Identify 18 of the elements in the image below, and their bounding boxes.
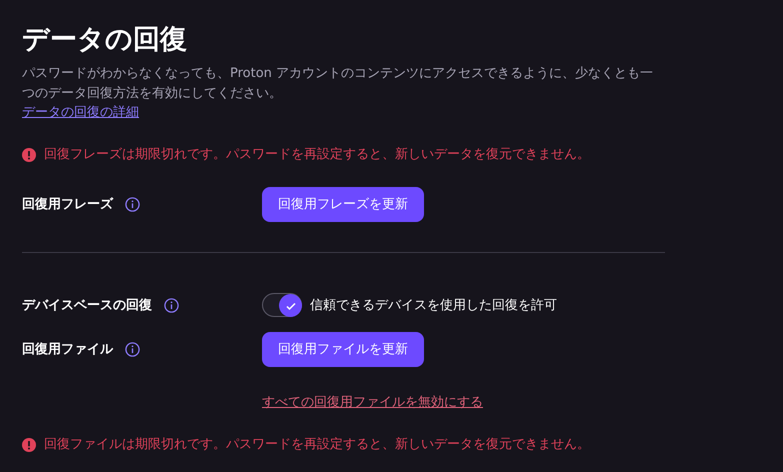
disable-link[interactable]: すべての回復用ファイルを無効にする xyxy=(262,393,483,413)
toggle-switch[interactable] xyxy=(262,293,302,318)
alert-message: 回復ファイルは期限切れです。パスワードを再設定すると、新しいデータを復元できません。 xyxy=(44,436,590,454)
alert-icon xyxy=(22,148,36,162)
update-button[interactable]: 回復用ファイルを更新 xyxy=(262,332,424,368)
alert-message: 回復フレーズは期限切れです。パスワードを再設定すると、新しいデータを復元できません。 xyxy=(44,146,590,164)
update-button[interactable]: 回復用フレーズを更新 xyxy=(262,186,424,222)
setting-label: 回復用フレーズ xyxy=(22,196,113,214)
setting-label: デバイスベースの回復 xyxy=(22,296,152,315)
info-icon[interactable] xyxy=(125,342,140,357)
toggle-label: 信頼できるデバイスを使用した回復を許可 xyxy=(310,296,557,315)
info-icon[interactable] xyxy=(164,298,179,313)
page-title: データの回復 xyxy=(22,24,188,56)
alert-icon xyxy=(22,438,36,452)
learn-more-link[interactable]: データの回復の詳細 xyxy=(22,105,139,120)
setting-label: 回復用ファイル xyxy=(22,340,113,359)
info-icon[interactable] xyxy=(125,196,140,212)
description: パスワードがわからなくなっても、Proton アカウントのコンテンツにアクセスできるように、少なくとも一つのデータ回復方法を有効にしてください。 xyxy=(22,65,654,103)
